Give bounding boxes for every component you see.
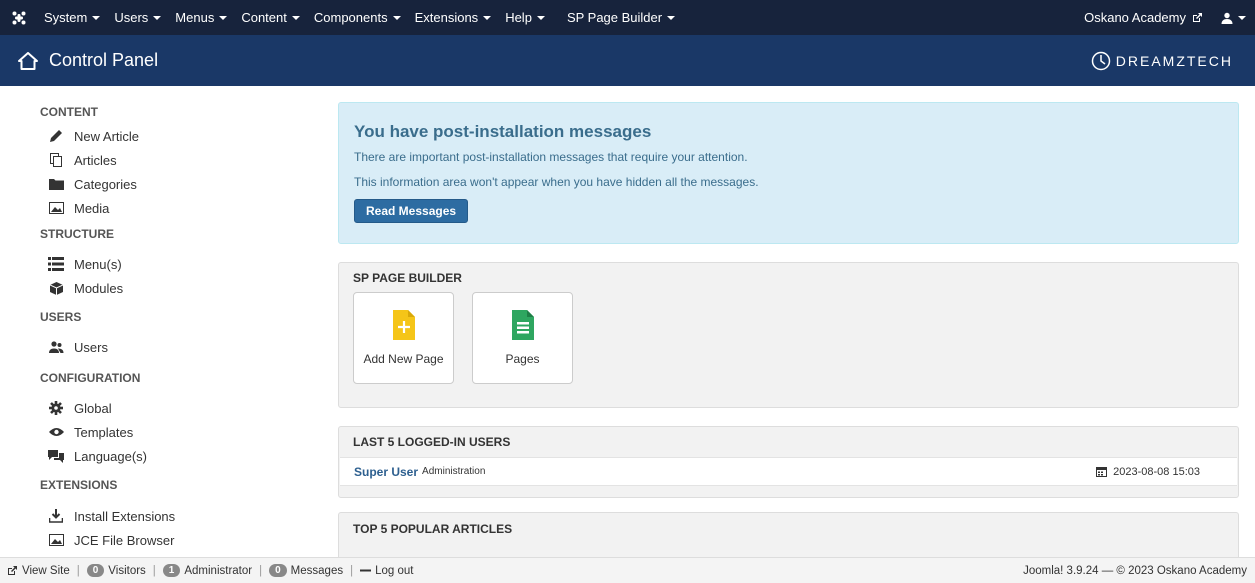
sidebar-heading-configuration: CONFIGURATION	[40, 371, 141, 385]
messages-count-badge: 0	[269, 564, 287, 577]
sidebar-item-new-article[interactable]: New Article	[0, 124, 320, 148]
menu-components[interactable]: Components	[307, 0, 408, 35]
sidebar: CONTENT New Article Articles Categories …	[0, 86, 320, 557]
user-name-link[interactable]: Super User	[354, 465, 418, 479]
cube-icon	[48, 280, 64, 296]
site-link[interactable]: Oskano Academy	[1075, 0, 1212, 35]
brand-logo: DREAMZTECH	[1091, 51, 1233, 71]
main-menu: System Users Menus Content Components Ex…	[37, 0, 682, 35]
sidebar-item-jce-file-browser[interactable]: JCE File Browser	[0, 528, 320, 552]
joomla-icon[interactable]	[0, 0, 37, 35]
chevron-down-icon	[536, 15, 545, 20]
chevron-down-icon	[667, 15, 676, 20]
sidebar-item-categories[interactable]: Categories	[0, 172, 320, 196]
alert-line-1: There are important post-installation me…	[354, 150, 748, 164]
list-icon	[48, 256, 64, 272]
logout-link[interactable]: Log out	[360, 565, 413, 577]
chevron-down-icon	[483, 15, 492, 20]
chevron-down-icon	[291, 15, 300, 20]
top-navbar: System Users Menus Content Components Ex…	[0, 0, 1255, 35]
view-site-link[interactable]: View Site	[7, 565, 70, 577]
pages-tile[interactable]: Pages	[472, 292, 573, 384]
sidebar-heading-structure: STRUCTURE	[40, 227, 114, 241]
menu-help[interactable]: Help	[498, 0, 552, 35]
status-bar: View Site | 0 Visitors | 1 Administrator…	[0, 557, 1255, 583]
admin-count-badge: 1	[162, 564, 181, 577]
sidebar-item-users[interactable]: Users	[0, 335, 320, 359]
add-new-page-tile[interactable]: Add New Page	[353, 292, 454, 384]
divider: |	[76, 564, 80, 577]
sp-page-builder-panel: SP PAGE BUILDER Add New Page Pages	[338, 262, 1239, 408]
download-icon	[48, 508, 64, 524]
menu-menus[interactable]: Menus	[168, 0, 234, 35]
comments-icon	[48, 448, 64, 464]
eye-icon	[48, 424, 64, 440]
minus-icon	[360, 569, 372, 572]
chevron-down-icon	[153, 15, 162, 20]
external-link-icon	[8, 566, 17, 575]
menu-users[interactable]: Users	[107, 0, 168, 35]
home-icon	[17, 50, 39, 72]
page-header: Control Panel DREAMZTECH	[0, 35, 1255, 86]
administrator-link[interactable]: 1 Administrator	[162, 564, 252, 577]
menu-sp-page-builder[interactable]: SP Page Builder	[560, 0, 682, 35]
image-icon	[48, 532, 64, 548]
page-title: Control Panel	[49, 50, 159, 70]
sidebar-item-templates[interactable]: Templates	[0, 420, 320, 444]
pencil-icon	[48, 128, 64, 144]
sidebar-heading-content: CONTENT	[40, 105, 98, 119]
chevron-down-icon	[392, 15, 401, 20]
sidebar-item-modules[interactable]: Modules	[0, 276, 320, 300]
table-row: Super User Administration 2023-08-08 15:…	[340, 457, 1237, 486]
sidebar-item-articles[interactable]: Articles	[0, 148, 320, 172]
messages-link[interactable]: 0 Messages	[269, 564, 343, 577]
logged-users-heading: LAST 5 LOGGED-IN USERS	[353, 435, 511, 449]
sidebar-heading-extensions: EXTENSIONS	[40, 478, 118, 492]
sidebar-item-install-extensions[interactable]: Install Extensions	[0, 504, 320, 528]
alert-line-2: This information area won't appear when …	[354, 175, 759, 189]
post-install-alert: You have post-installation messages Ther…	[338, 102, 1239, 244]
popular-articles-heading: TOP 5 POPULAR ARTICLES	[353, 522, 513, 536]
menu-extensions[interactable]: Extensions	[408, 0, 499, 35]
visitors-count-badge: 0	[86, 564, 105, 577]
external-link-icon	[1193, 13, 1202, 22]
divider: |	[350, 564, 354, 577]
image-icon	[48, 200, 64, 216]
sidebar-item-global[interactable]: Global	[0, 396, 320, 420]
brand-icon	[1091, 51, 1111, 70]
user-menu[interactable]	[1212, 0, 1255, 35]
user-role: Administration	[422, 466, 486, 477]
calendar-icon	[1096, 467, 1108, 477]
copy-icon	[48, 152, 64, 168]
sidebar-heading-users: USERS	[40, 310, 82, 324]
logged-in-users-panel: LAST 5 LOGGED-IN USERS Super User Admini…	[338, 426, 1239, 498]
footer-version: Joomla! 3.9.24 — © 2023 Oskano Academy	[1023, 564, 1247, 577]
user-icon	[1221, 12, 1233, 24]
chevron-down-icon	[92, 15, 101, 20]
folder-icon	[48, 176, 64, 192]
sidebar-item-media[interactable]: Media	[0, 196, 320, 220]
pages-icon	[511, 310, 534, 340]
spb-heading: SP PAGE BUILDER	[353, 270, 462, 285]
gear-icon	[48, 400, 64, 416]
sidebar-item-menus[interactable]: Menu(s)	[0, 252, 320, 276]
menu-system[interactable]: System	[37, 0, 107, 35]
login-date: 2023-08-08 15:03	[1096, 466, 1200, 478]
main-content: You have post-installation messages Ther…	[338, 102, 1239, 572]
sidebar-item-languages[interactable]: Language(s)	[0, 444, 320, 468]
alert-title: You have post-installation messages	[354, 122, 652, 141]
read-messages-button[interactable]: Read Messages	[354, 199, 469, 223]
add-page-icon	[392, 310, 415, 340]
divider: |	[152, 564, 156, 577]
divider: |	[259, 564, 263, 577]
chevron-down-icon	[219, 15, 228, 20]
menu-content[interactable]: Content	[234, 0, 307, 35]
users-icon	[48, 339, 64, 355]
chevron-down-icon	[1238, 15, 1246, 20]
visitors-link[interactable]: 0 Visitors	[86, 564, 146, 577]
